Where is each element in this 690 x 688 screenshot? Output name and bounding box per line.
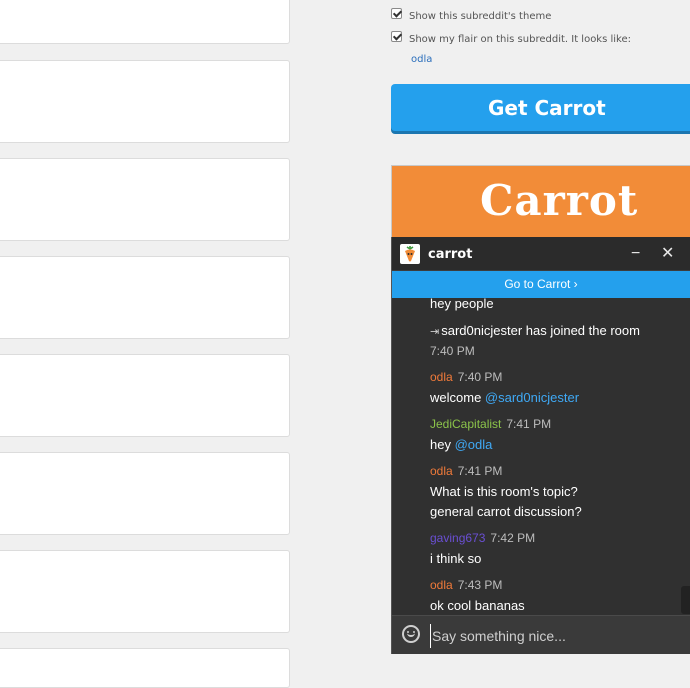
theme-checkbox[interactable] [391,8,402,19]
user-mention[interactable]: @odla [455,437,493,452]
post-card[interactable] [0,648,290,688]
get-carrot-button[interactable]: Get Carrot [391,84,690,131]
user-mention[interactable]: @sard0nicjester [485,390,579,405]
post-card[interactable] [0,354,290,437]
message-author[interactable]: odla [430,370,453,384]
message-meta: odla 7:41 PM [430,464,502,478]
message-body: hey [430,437,455,452]
join-arrow-icon: ⇥ [430,326,440,338]
join-notice: ⇥ sard0nicjester has joined the room [430,323,640,338]
message-time: 7:43 PM [457,578,503,592]
post-card[interactable] [0,60,290,143]
message-text: What is this room's topic? [430,484,578,499]
go-to-carrot-link[interactable]: Go to Carrot › [392,271,690,298]
message-time: 7:41 PM [506,417,552,431]
join-text: sard0nicjester has joined the room [441,323,640,338]
scroll-handle[interactable] [681,586,690,614]
flair-option-label: Show my flair on this subreddit. It look… [409,34,632,45]
message-text: hey @odla [430,437,492,452]
message-text: welcome @sard0nicjester [430,390,579,405]
post-card[interactable] [0,256,290,339]
chat-widget: carrot − ✕ Go to Carrot › hey people ⇥ sa… [391,237,690,654]
message-meta: JediCapitalist 7:41 PM [430,417,551,431]
message-author[interactable]: JediCapitalist [430,417,501,431]
message-author[interactable]: odla [430,464,453,478]
carrot-logo-icon [400,244,420,264]
flair-checkbox[interactable] [391,31,402,42]
theme-option-label: Show this subreddit's theme [409,11,552,22]
post-list [0,0,291,688]
message-time: 7:42 PM [490,531,536,545]
message-meta: odla 7:43 PM [430,578,502,592]
message-author[interactable]: gaving673 [430,531,485,545]
message-text: i think so [430,551,482,566]
post-card[interactable] [0,158,290,241]
message-text: general carrot discussion? [430,504,582,519]
close-icon[interactable]: ✕ [661,245,674,263]
message-time: 7:40 PM [457,370,503,384]
minimize-icon[interactable]: − [631,245,640,263]
flair-value: odla [411,54,433,65]
message-body: welcome [430,390,485,405]
post-card[interactable] [0,550,290,633]
message-composer [392,615,690,654]
flair-option: Show my flair on this subreddit. It look… [391,31,631,46]
smiley-icon[interactable] [402,625,420,643]
banner-title: Carrot [480,176,639,225]
theme-option: Show this subreddit's theme [391,8,551,23]
message-author[interactable]: odla [430,578,453,592]
message-list: hey people ⇥ sard0nicjester has joined th… [392,298,690,615]
message-input[interactable] [430,624,674,648]
message-meta: odla 7:40 PM [430,370,502,384]
post-card[interactable] [0,452,290,535]
message-text: ok cool bananas [430,598,525,613]
chat-title: carrot [428,247,473,262]
message-text: hey people [430,298,494,311]
chat-header: carrot − ✕ [392,237,690,271]
message-time: 7:41 PM [457,464,503,478]
message-meta: gaving673 7:42 PM [430,531,535,545]
post-card[interactable] [0,0,290,44]
join-time: 7:40 PM [430,344,475,358]
